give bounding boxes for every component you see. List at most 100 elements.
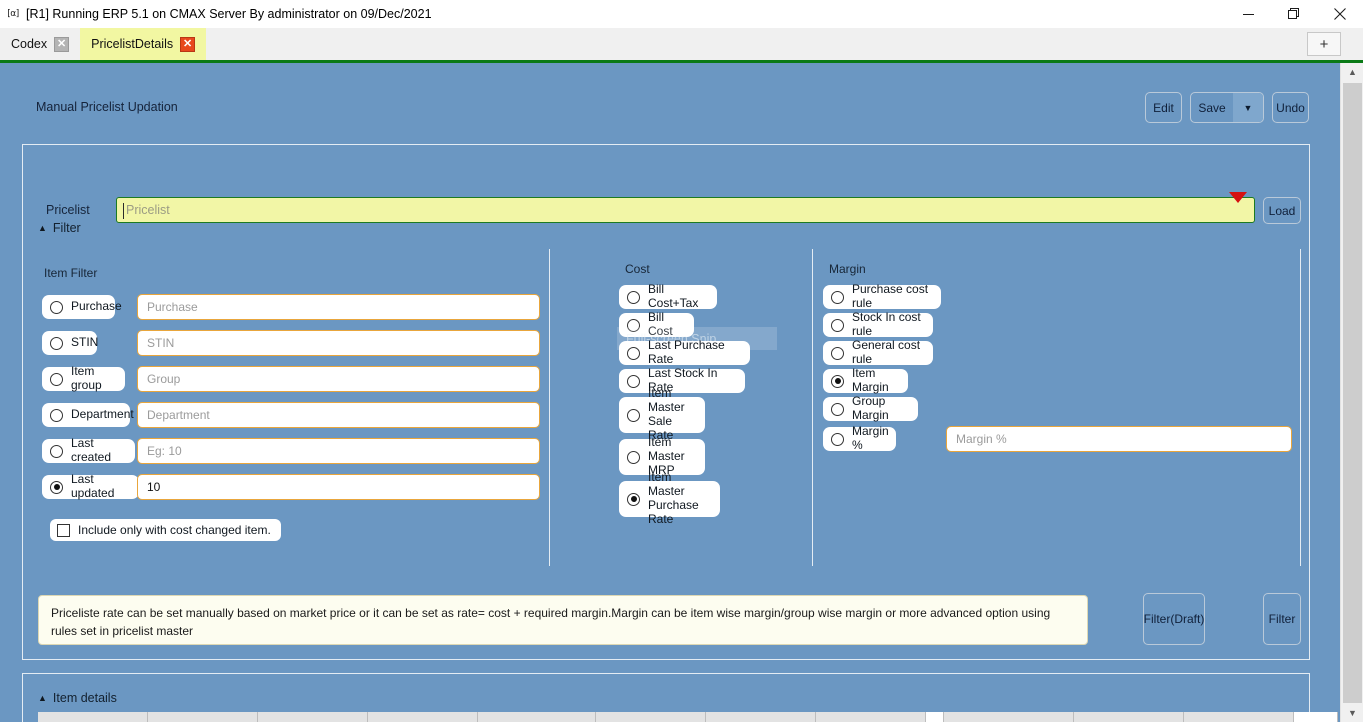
radio-stin-label: STIN bbox=[71, 335, 99, 350]
grid-column-header[interactable] bbox=[148, 712, 258, 722]
radio-bill-cost-tax-label: Bill Cost+Tax bbox=[648, 282, 699, 310]
grid-column-header[interactable] bbox=[38, 712, 148, 722]
radio-general-cost-rule-label: General cost rule bbox=[852, 338, 921, 366]
radio-last-updated[interactable]: Last updated bbox=[42, 472, 139, 500]
tab-pricelistdetails[interactable]: PricelistDetails ✕ bbox=[80, 28, 207, 60]
radio-item-master-purchase-rate[interactable]: Item Master Purchase Rate bbox=[619, 471, 720, 526]
tab-bar: Codex ✕ PricelistDetails ✕ + bbox=[0, 28, 1363, 60]
margin-percent-input[interactable] bbox=[946, 426, 1292, 452]
radio-purchase[interactable]: Purchase bbox=[42, 295, 122, 319]
scrollbar-thumb[interactable] bbox=[1343, 83, 1362, 703]
radio-margin-percent-label: Margin % bbox=[852, 424, 889, 452]
grid-column-header[interactable] bbox=[816, 712, 926, 722]
radio-purchase-icon bbox=[50, 300, 63, 314]
include-cost-changed-checkbox[interactable]: Include only with cost changed item. bbox=[50, 519, 281, 541]
item-group-input[interactable] bbox=[137, 366, 540, 392]
purchase-input[interactable] bbox=[137, 294, 540, 320]
radio-item-margin-label: Item Margin bbox=[852, 366, 889, 394]
pricelist-dropdown-caret-icon[interactable] bbox=[1229, 192, 1247, 221]
radio-purchase-label: Purchase bbox=[71, 299, 122, 314]
radio-department[interactable]: Department bbox=[42, 403, 134, 427]
filter-button[interactable]: Filter bbox=[1263, 593, 1301, 645]
scroll-down-icon[interactable]: ▼ bbox=[1341, 704, 1363, 722]
grid-column-header[interactable] bbox=[258, 712, 368, 722]
radio-stin-icon bbox=[50, 336, 63, 350]
tab-codex-close-icon[interactable]: ✕ bbox=[54, 36, 70, 52]
filter-draft-button[interactable]: Filter(Draft) bbox=[1143, 593, 1205, 645]
grid-column-header-selected[interactable] bbox=[926, 712, 944, 722]
vertical-scrollbar[interactable]: ▲ ▼ bbox=[1340, 63, 1363, 722]
radio-stock-in-cost-rule-icon bbox=[831, 318, 844, 332]
minimize-icon bbox=[1242, 13, 1254, 15]
minimize-button[interactable] bbox=[1225, 0, 1271, 28]
grid-column-header[interactable] bbox=[1074, 712, 1184, 722]
last-updated-input[interactable] bbox=[137, 474, 540, 500]
radio-last-created[interactable]: Last created bbox=[42, 436, 135, 464]
save-button-group[interactable]: Save ▼ bbox=[1190, 92, 1264, 123]
pricelist-label: Pricelist bbox=[46, 203, 90, 217]
grid-column-header[interactable] bbox=[706, 712, 816, 722]
radio-general-cost-rule-icon bbox=[831, 346, 844, 360]
radio-bill-cost-icon bbox=[627, 318, 640, 332]
radio-item-group-label: Item group bbox=[71, 364, 102, 392]
radio-purchase-cost-rule-label: Purchase cost rule bbox=[852, 282, 929, 310]
department-input[interactable] bbox=[137, 402, 540, 428]
filter-collapse-icon[interactable]: ▲ bbox=[38, 223, 47, 233]
radio-item-master-purchase-rate-icon bbox=[627, 492, 640, 506]
radio-item-margin[interactable]: Item Margin bbox=[823, 366, 908, 394]
stin-input[interactable] bbox=[137, 330, 540, 356]
radio-purchase-cost-rule[interactable]: Purchase cost rule bbox=[823, 282, 941, 310]
close-button[interactable] bbox=[1317, 0, 1363, 28]
item-details-section-label: Item details bbox=[52, 691, 117, 705]
radio-general-cost-rule[interactable]: General cost rule bbox=[823, 338, 933, 366]
load-button[interactable]: Load bbox=[1263, 197, 1301, 224]
tab-pricelistdetails-label: PricelistDetails bbox=[91, 37, 174, 51]
info-panel: Priceliste rate can be set manually base… bbox=[38, 595, 1088, 645]
pricelist-text-cursor bbox=[123, 203, 124, 219]
tab-codex[interactable]: Codex ✕ bbox=[0, 28, 80, 60]
maximize-restore-button[interactable] bbox=[1271, 0, 1317, 28]
page-title: Manual Pricelist Updation bbox=[36, 100, 178, 114]
tab-strip: Codex ✕ PricelistDetails ✕ bbox=[0, 28, 207, 60]
scroll-up-icon[interactable]: ▲ bbox=[1341, 63, 1363, 81]
grid-column-header[interactable] bbox=[1184, 712, 1294, 722]
radio-bill-cost-tax-icon bbox=[627, 290, 640, 304]
edit-button[interactable]: Edit bbox=[1145, 92, 1182, 123]
undo-button[interactable]: Undo bbox=[1272, 92, 1309, 123]
close-icon bbox=[1334, 8, 1346, 20]
pricelist-placeholder: Pricelist bbox=[126, 203, 170, 217]
radio-last-purchase-rate[interactable]: Last Purchase Rate bbox=[619, 338, 750, 366]
radio-stock-in-cost-rule[interactable]: Stock In cost rule bbox=[823, 310, 933, 338]
item-details-grid-header[interactable] bbox=[38, 712, 1338, 722]
radio-item-group[interactable]: Item group bbox=[42, 364, 125, 392]
grid-column-header[interactable] bbox=[944, 712, 1074, 722]
filter-section-header[interactable]: ▲ Filter bbox=[38, 221, 81, 235]
grid-column-header-selected[interactable] bbox=[1294, 712, 1338, 722]
item-details-section-header[interactable]: ▲ Item details bbox=[38, 691, 117, 705]
margin-title: Margin bbox=[829, 262, 866, 276]
radio-stin[interactable]: STIN bbox=[42, 331, 99, 355]
pricelist-combobox[interactable]: Pricelist bbox=[116, 192, 1255, 223]
radio-margin-percent[interactable]: Margin % bbox=[823, 424, 896, 452]
window-titlebar: [α] [R1] Running ERP 5.1 on CMAX Server … bbox=[0, 0, 1363, 28]
last-created-input[interactable] bbox=[137, 438, 540, 464]
new-tab-button[interactable]: + bbox=[1307, 32, 1341, 56]
checkbox-icon bbox=[57, 523, 70, 537]
cost-title: Cost bbox=[625, 262, 650, 276]
tab-codex-label: Codex bbox=[11, 37, 48, 51]
radio-item-master-sale-rate[interactable]: Item Master Sale Rate bbox=[619, 387, 705, 442]
radio-last-updated-icon bbox=[50, 480, 63, 494]
grid-column-header[interactable] bbox=[478, 712, 596, 722]
app-icon: [α] bbox=[7, 9, 19, 19]
radio-group-margin[interactable]: Group Margin bbox=[823, 394, 918, 422]
item-details-collapse-icon[interactable]: ▲ bbox=[38, 693, 47, 703]
save-dropdown-caret-icon[interactable]: ▼ bbox=[1233, 93, 1263, 122]
tab-pricelistdetails-close-icon[interactable]: ✕ bbox=[180, 36, 196, 52]
save-button[interactable]: Save bbox=[1191, 93, 1233, 122]
grid-column-header[interactable] bbox=[596, 712, 706, 722]
radio-bill-cost-tax[interactable]: Bill Cost+Tax bbox=[619, 282, 717, 310]
grid-column-header[interactable] bbox=[368, 712, 478, 722]
radio-last-purchase-rate-icon bbox=[627, 346, 640, 360]
radio-bill-cost[interactable]: Bill Cost bbox=[619, 310, 694, 338]
radio-item-master-sale-rate-label-line1: Item Master bbox=[648, 386, 685, 415]
